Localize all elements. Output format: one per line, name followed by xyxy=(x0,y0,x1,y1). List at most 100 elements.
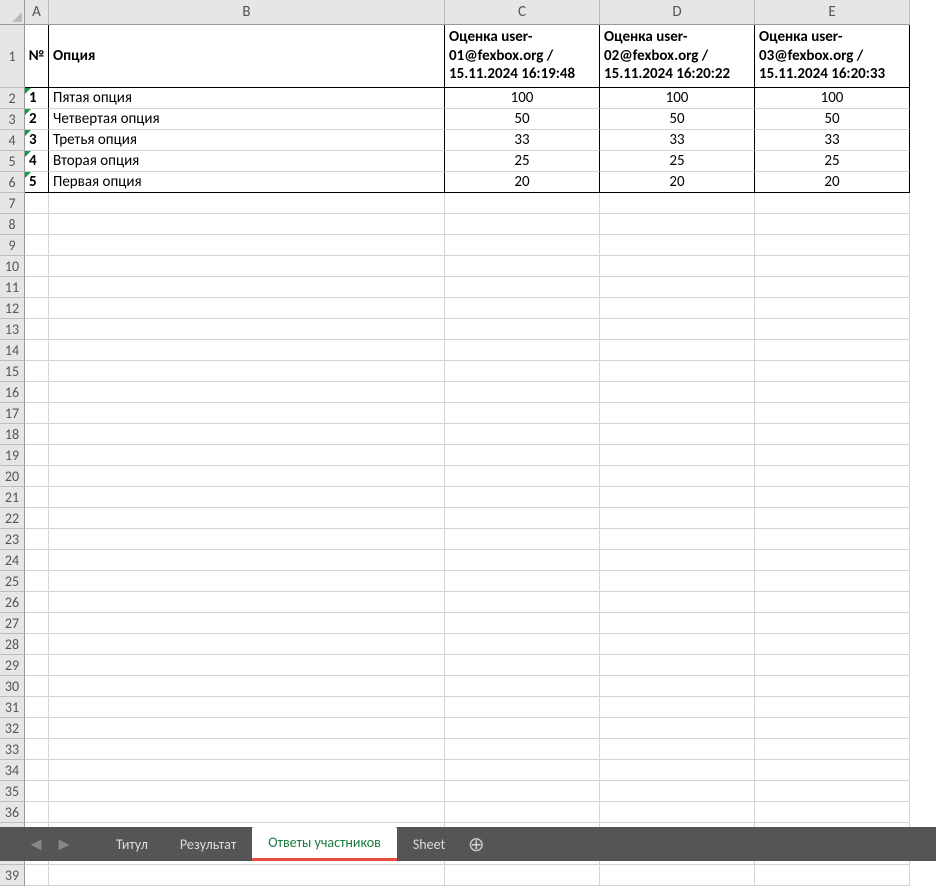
sheet-tab[interactable]: Sheet xyxy=(397,827,461,861)
cell[interactable] xyxy=(25,592,49,613)
col-header-C[interactable]: C xyxy=(445,0,600,25)
cell[interactable] xyxy=(445,382,600,403)
cell[interactable] xyxy=(445,403,600,424)
row-header[interactable]: 24 xyxy=(0,550,25,571)
row-header[interactable]: 33 xyxy=(0,739,25,760)
cell[interactable] xyxy=(445,781,600,802)
cell[interactable] xyxy=(445,235,600,256)
add-sheet-button[interactable]: ⊕ xyxy=(461,832,491,857)
cell[interactable] xyxy=(755,529,910,550)
row-header[interactable]: 11 xyxy=(0,277,25,298)
row-header[interactable]: 5 xyxy=(0,151,25,172)
cell[interactable] xyxy=(49,718,445,739)
select-all-corner[interactable] xyxy=(0,0,25,25)
cell[interactable] xyxy=(25,445,49,466)
cell[interactable]: 50 xyxy=(755,109,910,130)
row-header[interactable]: 4 xyxy=(0,130,25,151)
cell[interactable]: 20 xyxy=(600,172,755,193)
cell[interactable] xyxy=(755,634,910,655)
cell[interactable] xyxy=(600,697,755,718)
cell[interactable] xyxy=(25,319,49,340)
cell[interactable] xyxy=(600,802,755,823)
cell[interactable] xyxy=(49,571,445,592)
cell[interactable] xyxy=(25,193,49,214)
cell[interactable] xyxy=(445,277,600,298)
cell[interactable] xyxy=(49,424,445,445)
cell[interactable] xyxy=(600,508,755,529)
cell[interactable] xyxy=(600,739,755,760)
cell[interactable]: 25 xyxy=(755,151,910,172)
row-header[interactable]: 36 xyxy=(0,802,25,823)
cell[interactable] xyxy=(445,865,600,886)
sheet-tab[interactable]: Ответы участников xyxy=(252,827,397,861)
cell[interactable] xyxy=(445,550,600,571)
cell[interactable]: 33 xyxy=(600,130,755,151)
cell[interactable] xyxy=(25,382,49,403)
cell[interactable] xyxy=(49,781,445,802)
cell[interactable] xyxy=(49,487,445,508)
sheet-tab[interactable]: Результат xyxy=(164,827,252,861)
cell[interactable] xyxy=(49,865,445,886)
cell[interactable] xyxy=(600,592,755,613)
cell[interactable] xyxy=(445,571,600,592)
cell[interactable]: 50 xyxy=(600,109,755,130)
cell[interactable] xyxy=(755,802,910,823)
cell[interactable] xyxy=(600,424,755,445)
cell[interactable] xyxy=(445,760,600,781)
cell[interactable] xyxy=(445,697,600,718)
cell[interactable] xyxy=(49,445,445,466)
row-header[interactable]: 1 xyxy=(0,25,25,88)
cell[interactable] xyxy=(445,655,600,676)
cell[interactable] xyxy=(755,256,910,277)
cell[interactable] xyxy=(600,529,755,550)
cell[interactable] xyxy=(25,781,49,802)
cell[interactable] xyxy=(445,340,600,361)
col-header-E[interactable]: E xyxy=(755,0,910,25)
cell[interactable] xyxy=(25,361,49,382)
row-header[interactable]: 12 xyxy=(0,298,25,319)
row-header[interactable]: 39 xyxy=(0,865,25,886)
row-header[interactable]: 23 xyxy=(0,529,25,550)
cell[interactable] xyxy=(600,550,755,571)
cell[interactable] xyxy=(445,592,600,613)
row-header[interactable]: 9 xyxy=(0,235,25,256)
cell[interactable] xyxy=(755,214,910,235)
row-header[interactable]: 7 xyxy=(0,193,25,214)
row-header[interactable]: 16 xyxy=(0,382,25,403)
row-header[interactable]: 34 xyxy=(0,760,25,781)
cell[interactable] xyxy=(600,193,755,214)
cell[interactable] xyxy=(445,802,600,823)
cell[interactable]: 1 xyxy=(25,88,49,109)
cell[interactable] xyxy=(600,298,755,319)
col-header-B[interactable]: B xyxy=(49,0,445,25)
cell[interactable] xyxy=(755,235,910,256)
row-header[interactable]: 20 xyxy=(0,466,25,487)
cell[interactable] xyxy=(600,487,755,508)
cell[interactable] xyxy=(49,256,445,277)
cell[interactable] xyxy=(755,319,910,340)
cell[interactable] xyxy=(25,277,49,298)
cell[interactable]: 5 xyxy=(25,172,49,193)
cell[interactable] xyxy=(49,550,445,571)
cell[interactable] xyxy=(445,676,600,697)
cell[interactable] xyxy=(755,403,910,424)
cell[interactable] xyxy=(49,613,445,634)
cell[interactable] xyxy=(49,466,445,487)
cell[interactable]: Первая опция xyxy=(49,172,445,193)
cell[interactable] xyxy=(25,487,49,508)
cell[interactable] xyxy=(25,760,49,781)
cell[interactable] xyxy=(445,256,600,277)
cell[interactable] xyxy=(445,298,600,319)
cell[interactable] xyxy=(445,445,600,466)
col-header-A[interactable]: A xyxy=(25,0,49,25)
cell[interactable]: 25 xyxy=(445,151,600,172)
cell[interactable] xyxy=(755,466,910,487)
cell[interactable] xyxy=(755,865,910,886)
cell[interactable]: 4 xyxy=(25,151,49,172)
cell[interactable] xyxy=(25,802,49,823)
cell[interactable]: 33 xyxy=(755,130,910,151)
row-header[interactable]: 2 xyxy=(0,88,25,109)
cell[interactable] xyxy=(49,802,445,823)
row-header[interactable]: 26 xyxy=(0,592,25,613)
cell[interactable] xyxy=(49,592,445,613)
